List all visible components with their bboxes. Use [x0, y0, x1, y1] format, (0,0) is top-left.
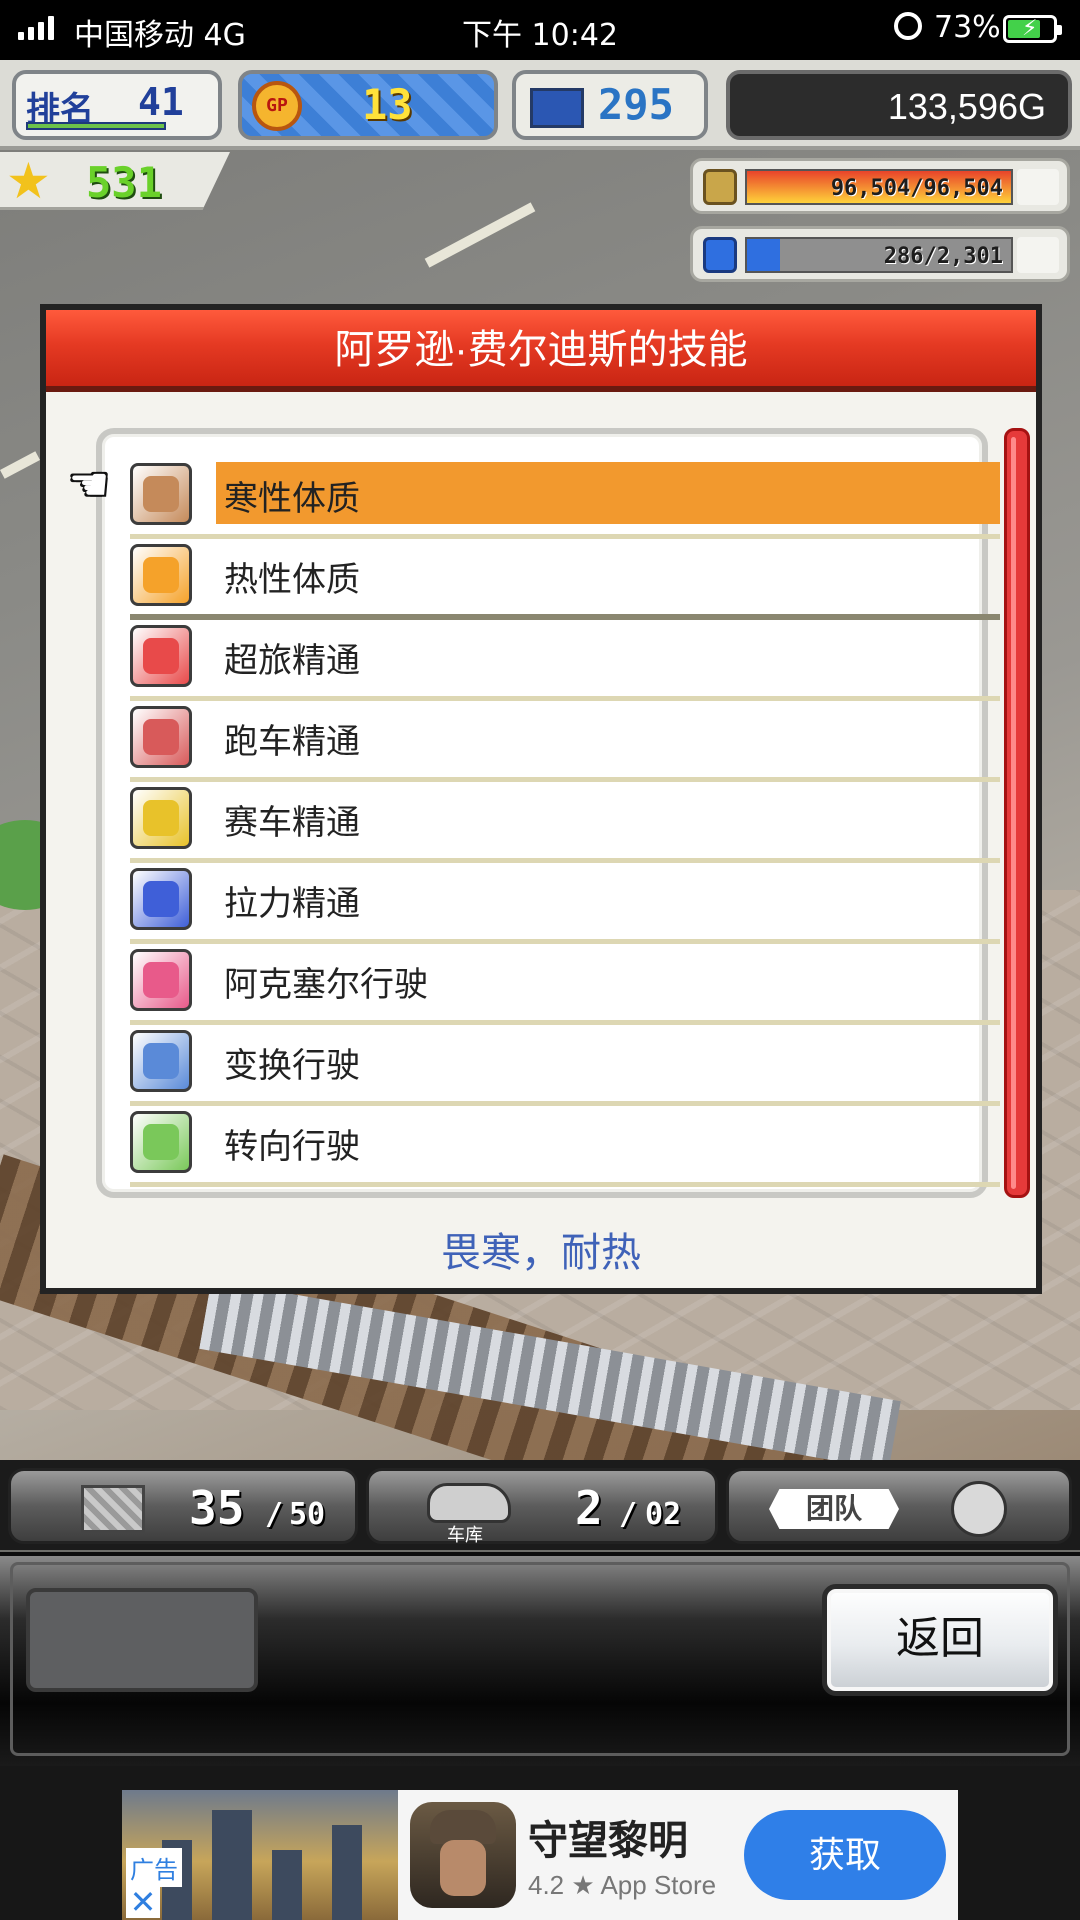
- ad-banner[interactable]: 广告 ✕ 守望黎明 4.2 ★ App Store 获取: [122, 1790, 958, 1920]
- skill-item[interactable]: 转向行驶: [130, 1106, 1000, 1187]
- skill-item[interactable]: 跑车精通: [130, 701, 1000, 782]
- crate-icon: [81, 1485, 145, 1533]
- cold-body-icon: [130, 463, 192, 525]
- control-bar: 返回: [0, 1552, 1080, 1766]
- skill-item[interactable]: 赛车精通: [130, 782, 1000, 863]
- super-touring-icon: [130, 625, 192, 687]
- battery-icon: ⚡: [1003, 15, 1062, 43]
- money-panel: 133,596G: [726, 70, 1072, 140]
- ad-tag: 广告: [126, 1848, 182, 1887]
- skill-label: 超旅精通: [224, 642, 360, 680]
- skill-item[interactable]: 热性体质: [130, 539, 1000, 620]
- ad-app-rating: 4.2 ★ App Store: [528, 1870, 717, 1900]
- dialog-title: 阿罗逊·费尔迪斯的技能: [46, 310, 1036, 392]
- ad-app-icon: [410, 1802, 516, 1908]
- skill-label: 寒性体质: [224, 480, 360, 518]
- research-value: 295: [598, 80, 674, 129]
- sports-car-icon: [130, 706, 192, 768]
- transform-drive-icon: [130, 1030, 192, 1092]
- scrollbar[interactable]: [1004, 428, 1030, 1198]
- status-bar: 中国移动 4G 下午 10:42 73% ⚡: [0, 0, 1080, 60]
- skill-item[interactable]: 变换行驶: [130, 1025, 1000, 1106]
- skill-label: 阿克塞尔行驶: [224, 966, 428, 1004]
- coins-icon: [703, 169, 737, 205]
- rally-car-icon: [130, 868, 192, 930]
- alarm-icon: [894, 12, 922, 40]
- money-value: 133,596G: [887, 86, 1046, 127]
- rank-value: 41: [138, 80, 184, 124]
- bottom-stats-bar: 35 / 50 车库 2 / 02 团队: [0, 1460, 1080, 1550]
- garage-stat[interactable]: 车库 2 / 02: [366, 1468, 718, 1546]
- parts-max: 50: [289, 1497, 326, 1532]
- hot-body-icon: [130, 544, 192, 606]
- skill-label: 转向行驶: [224, 1128, 360, 1166]
- skills-dialog: 阿罗逊·费尔迪斯的技能 ☚ 寒性体质热性体质超旅精通跑车精通赛车精通拉力精通阿克…: [40, 304, 1042, 1294]
- skill-item[interactable]: 寒性体质: [130, 458, 1000, 539]
- axel-drive-icon: [130, 949, 192, 1011]
- road-marking: [424, 202, 536, 268]
- empty-action-button[interactable]: [26, 1588, 258, 1692]
- skill-label: 赛车精通: [224, 804, 360, 842]
- skill-label: 热性体质: [224, 561, 360, 599]
- racing-car-icon: [130, 787, 192, 849]
- garage-max: 02: [645, 1497, 682, 1532]
- fuel-value: 96,504/96,504: [830, 176, 1003, 201]
- skill-label: 变换行驶: [224, 1047, 360, 1085]
- battery-percent: 73%: [934, 10, 1001, 45]
- garage-count: 2: [575, 1481, 603, 1535]
- gp-coin-icon: GP: [252, 81, 302, 131]
- signal-icon: [18, 16, 54, 40]
- star-counter: ★ 531: [0, 152, 230, 210]
- road-marking: [0, 451, 41, 479]
- skill-list: 寒性体质热性体质超旅精通跑车精通赛车精通拉力精通阿克塞尔行驶 变换行驶转向行驶: [130, 458, 1000, 1187]
- rank-progress-bar: [26, 122, 166, 130]
- star-icon: ★: [6, 152, 51, 210]
- skill-item[interactable]: 超旅精通: [130, 620, 1000, 701]
- star-value: 531: [86, 158, 162, 207]
- ad-get-button[interactable]: 获取: [744, 1810, 946, 1900]
- energy-value: 286/2,301: [883, 244, 1003, 269]
- parts-stat[interactable]: 35 / 50: [8, 1468, 358, 1544]
- garage-label: 车库: [447, 1525, 483, 1546]
- skill-label: 拉力精通: [224, 885, 360, 923]
- character-face-icon: [951, 1481, 1007, 1537]
- parts-count: 35: [189, 1481, 245, 1535]
- team-button[interactable]: 团队: [726, 1468, 1072, 1544]
- car-icon: [427, 1483, 511, 1523]
- steering-drive-icon: [130, 1111, 192, 1173]
- research-panel[interactable]: 295: [512, 70, 708, 140]
- gp-panel[interactable]: GP 13: [238, 70, 498, 140]
- pointing-hand-icon: ☚: [68, 457, 110, 511]
- skill-description: 畏寒，耐热: [441, 1231, 641, 1275]
- bottle-icon: [703, 237, 737, 273]
- ad-area: 广告 ✕ 守望黎明 4.2 ★ App Store 获取: [0, 1766, 1080, 1920]
- computer-icon: [530, 88, 584, 128]
- ad-close-icon[interactable]: ✕: [126, 1886, 160, 1918]
- top-hud: 排名 41 GP 13 295 133,596G: [0, 60, 1080, 150]
- ad-app-name: 守望黎明: [528, 1819, 688, 1863]
- gp-value: 13: [362, 80, 413, 129]
- skill-label: 跑车精通: [224, 723, 360, 761]
- fuel-meter: 96,504/96,504: [690, 158, 1070, 214]
- carrier-label: 中国移动 4G: [74, 18, 246, 53]
- skill-item[interactable]: 拉力精通: [130, 863, 1000, 944]
- team-label: 团队: [769, 1489, 899, 1529]
- skill-item[interactable]: 阿克塞尔行驶: [130, 944, 1000, 1025]
- rank-panel[interactable]: 排名 41: [12, 70, 222, 140]
- back-button[interactable]: 返回: [822, 1584, 1058, 1696]
- energy-meter: 286/2,301: [690, 226, 1070, 282]
